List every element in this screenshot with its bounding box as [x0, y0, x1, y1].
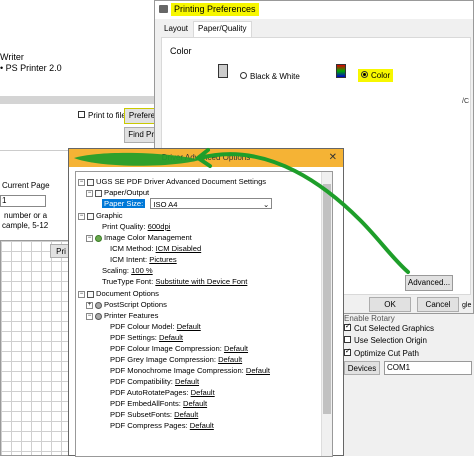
page-range-group: Current Page 1 number or a cample, 5-12 [0, 150, 70, 234]
enable-rotary: Enable Rotary [344, 314, 395, 323]
ok-button[interactable]: OK [369, 297, 411, 312]
bw-printer-icon [218, 64, 228, 78]
feature-row[interactable]: PDF Colour Image Compression: Default [110, 343, 248, 354]
dialog-title: Driver Advanced Options [161, 153, 251, 162]
cut-selected-graphics[interactable]: Cut Selected Graphics [344, 322, 434, 333]
printer-sub: • PS Printer 2.0 [0, 63, 62, 73]
tree-root[interactable]: − UGS SE PDF Driver Advanced Document Set… [78, 176, 266, 187]
icm-intent-row[interactable]: ICM Intent: Pictures [110, 254, 177, 265]
settings-tree: − UGS SE PDF Driver Advanced Document Set… [75, 171, 333, 457]
feature-row[interactable]: PDF SubsetFonts: Default [110, 409, 198, 420]
tree-graphic[interactable]: − Graphic [78, 210, 123, 221]
feature-row[interactable]: PDF Monochrome Image Compression: Defaul… [110, 365, 270, 376]
page-range-help-2: cample, 5-12 [2, 221, 49, 230]
paper-size-label: Paper Size: [102, 199, 146, 208]
paper-size-row[interactable]: Paper Size: ISO A4 ⌄ [102, 198, 273, 209]
chevron-down-icon: ⌄ [263, 200, 270, 209]
edge-label: gle [462, 302, 472, 309]
color-group-label: Color [170, 46, 192, 56]
truetype-font-row[interactable]: TrueType Font: Substitute with Device Fo… [102, 276, 247, 287]
edge-fragment: /C [462, 98, 469, 105]
driver-advanced-options-dialog: Driver Advanced Options ✕ − UGS SE PDF Dr… [68, 148, 344, 457]
tab-paper-quality[interactable]: Paper/Quality [193, 21, 252, 37]
feature-row[interactable]: PDF Compatibility: Default [110, 376, 199, 387]
color-printer-icon [336, 64, 346, 78]
print-quality-row[interactable]: Print Quality: 600dpi [102, 221, 170, 232]
close-icon[interactable]: ✕ [329, 149, 337, 167]
feature-row[interactable]: PDF EmbedAllFonts: Default [110, 398, 207, 409]
tree-printer-features[interactable]: − Printer Features [86, 310, 158, 321]
vertical-scrollbar[interactable] [321, 172, 332, 456]
cut-options-panel: Enable Rotary Cut Selected Graphics Use … [340, 302, 474, 456]
feature-row[interactable]: PDF Grey Image Compression: Default [110, 354, 242, 365]
title-bar: Printing Preferences [155, 1, 473, 19]
feature-row[interactable]: PDF AutoRotatePages: Default [110, 387, 215, 398]
page-range-input[interactable]: 1 [0, 195, 46, 207]
printer-name: Writer [0, 52, 24, 62]
tab-layout[interactable]: Layout [159, 21, 193, 37]
tree-image-color-management[interactable]: − Image Color Management [86, 232, 192, 243]
print-preview-grid [0, 240, 70, 456]
tab-strip: Layout Paper/Quality [159, 21, 252, 37]
tree-document-options[interactable]: − Document Options [78, 288, 159, 299]
cancel-button[interactable]: Cancel [417, 297, 459, 312]
bw-radio[interactable]: Black & White [240, 72, 300, 81]
devices-button[interactable]: Devices [344, 361, 380, 375]
dialog-title: Printing Preferences [171, 3, 259, 16]
tree-paper-output[interactable]: − Paper/Output [86, 187, 149, 198]
feature-row[interactable]: PDF Compress Pages: Default [110, 420, 214, 431]
optimize-cut-path[interactable]: Optimize Cut Path [344, 347, 419, 358]
paper-size-dropdown[interactable]: ISO A4 ⌄ [150, 198, 273, 209]
separator-bar [0, 96, 156, 104]
feature-row[interactable]: PDF Colour Model: Default [110, 321, 201, 332]
use-selection-origin[interactable]: Use Selection Origin [344, 336, 427, 345]
scaling-row[interactable]: Scaling: 100 % [102, 265, 153, 276]
port-select[interactable]: COM1 [384, 361, 472, 375]
feature-row[interactable]: PDF Settings: Default [110, 332, 183, 343]
scrollbar-thumb[interactable] [323, 184, 331, 414]
print-to-file[interactable]: Print to file [78, 111, 126, 120]
color-radio[interactable]: Color [358, 69, 394, 82]
advanced-button[interactable]: Advanced... [405, 275, 453, 291]
current-page-label: Current Page [2, 181, 50, 190]
tree-postscript-options[interactable]: + PostScript Options [86, 299, 167, 310]
printer-icon [159, 5, 168, 13]
icm-method-row[interactable]: ICM Method: ICM Disabled [110, 243, 201, 254]
title-bar: Driver Advanced Options ✕ [69, 149, 343, 167]
page-range-help-1: number or a [4, 211, 48, 220]
